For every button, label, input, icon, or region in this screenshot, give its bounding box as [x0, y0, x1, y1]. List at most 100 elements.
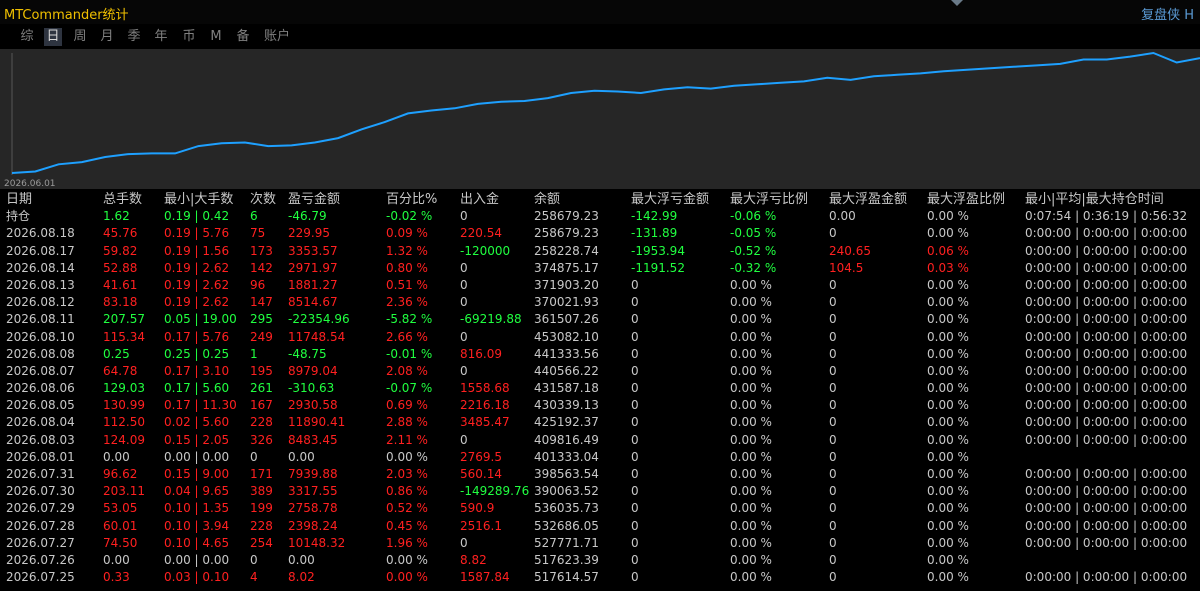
column-header[interactable]: 最小|大手数	[164, 191, 233, 209]
table-row[interactable]: 2026.08.06 129.03 0.17 | 5.60 261 -310.63 -0.…	[0, 380, 1200, 397]
cell-max-float-loss-pct: 0.00 %	[730, 501, 772, 516]
cell-date: 2026.07.28	[6, 518, 75, 533]
cell-flow: 0	[460, 295, 468, 310]
cell-hold-time: 0:00:00 | 0:00:00 | 0:00:00	[1025, 277, 1188, 292]
cell-max-float-loss: 0	[631, 449, 639, 464]
cell-balance: 398563.54	[534, 467, 599, 481]
tab-1[interactable]: 日	[44, 28, 62, 46]
column-header[interactable]: 最小|平均|最大持仓时间	[1025, 191, 1164, 209]
cell-date: 2026.08.13	[6, 277, 75, 292]
table-row[interactable]: 2026.07.31 96.62 0.15 | 9.00 171 7939.88 2.03…	[0, 466, 1200, 483]
cell-pnl: 8483.45	[288, 432, 338, 447]
cell-max-float-loss: 0	[631, 432, 639, 447]
dropdown-caret-icon[interactable]	[951, 0, 963, 6]
table-row[interactable]: 2026.08.01 0.00 0.00 | 0.00 0 0.00 0.00 % 2769…	[0, 449, 1200, 466]
table-row[interactable]: 2026.08.05 130.99 0.17 | 11.30 167 2930.58 0.…	[0, 397, 1200, 414]
cell-date: 2026.08.17	[6, 243, 75, 258]
cell-balance: 409816.49	[534, 432, 599, 447]
table-row[interactable]: 2026.07.26 0.00 0.00 | 0.00 0 0.00 0.00 % 8.82…	[0, 552, 1200, 569]
cell-count: 326	[250, 432, 273, 447]
cell-flow: 1587.84	[460, 570, 510, 585]
cell-balance: 361507.26	[534, 312, 599, 327]
column-header[interactable]: 余额	[534, 191, 560, 209]
cell-count: 142	[250, 260, 273, 275]
cell-lots: 96.62	[103, 467, 138, 481]
table-row[interactable]: 2026.08.10 115.34 0.17 | 5.76 249 11748.54 2.…	[0, 329, 1200, 346]
tab-8[interactable]: 备	[234, 28, 252, 46]
cell-pct: 0.69 %	[386, 398, 428, 413]
table-row[interactable]: 2026.07.27 74.50 0.10 | 4.65 254 10148.32 1.9…	[0, 535, 1200, 552]
cell-pnl: -48.75	[288, 346, 327, 361]
cell-pnl: 7939.88	[288, 467, 338, 481]
table-row[interactable]: 2026.08.03 124.09 0.15 | 2.05 326 8483.45 2.1…	[0, 432, 1200, 449]
cell-pnl: 10148.32	[288, 535, 346, 550]
tab-6[interactable]: 币	[180, 28, 198, 46]
tab-2[interactable]: 周	[71, 28, 89, 46]
table-row[interactable]: 2026.08.14 52.88 0.19 | 2.62 142 2971.97 0.80…	[0, 260, 1200, 277]
cell-max-float-profit: 0	[829, 484, 837, 499]
cell-flow: 0	[460, 535, 468, 550]
tab-0[interactable]: 综	[18, 28, 36, 46]
cell-max-float-profit-pct: 0.00 %	[927, 398, 969, 413]
table-row[interactable]: 2026.08.18 45.76 0.19 | 5.76 75 229.95 0.09 %…	[0, 225, 1200, 242]
table-row[interactable]: 2026.07.30 203.11 0.04 | 9.65 389 3317.55 0.8…	[0, 483, 1200, 500]
cell-minmax: 0.10 | 4.65	[164, 535, 230, 550]
column-header[interactable]: 日期	[6, 191, 32, 209]
cell-pct: 1.32 %	[386, 243, 428, 258]
cell-pct: -0.07 %	[386, 381, 433, 396]
cell-date: 2026.07.25	[6, 570, 75, 585]
cell-minmax: 0.17 | 5.60	[164, 381, 230, 396]
cell-lots: 0.00	[103, 552, 130, 567]
column-header[interactable]: 总手数	[103, 191, 142, 209]
table-row[interactable]: 2026.08.12 83.18 0.19 | 2.62 147 8514.67 2.36…	[0, 294, 1200, 311]
table-row[interactable]: 持仓 1.62 0.19 | 0.42 6 -46.79 -0.02 % 0 258679.2…	[0, 208, 1200, 225]
table-row[interactable]: 2026.08.04 112.50 0.02 | 5.60 228 11890.41 2.…	[0, 414, 1200, 431]
table-row[interactable]: 2026.08.08 0.25 0.25 | 0.25 1 -48.75 -0.01 % 8…	[0, 346, 1200, 363]
cell-hold-time: 0:00:00 | 0:00:00 | 0:00:00	[1025, 346, 1188, 361]
cell-max-float-profit: 0	[829, 329, 837, 344]
cell-minmax: 0.17 | 11.30	[164, 398, 237, 413]
cell-max-float-profit: 0	[829, 312, 837, 327]
tab-7[interactable]: M	[207, 28, 225, 46]
tab-9[interactable]: 账户	[262, 28, 292, 46]
cell-lots: 60.01	[103, 518, 138, 533]
column-header[interactable]: 最大浮盈比例	[927, 191, 1005, 209]
column-header[interactable]: 百分比%	[386, 191, 437, 209]
cell-pct: 0.09 %	[386, 226, 428, 241]
cell-pct: -0.02 %	[386, 209, 433, 224]
table-row[interactable]: 2026.08.13 41.61 0.19 | 2.62 96 1881.27 0.51 …	[0, 277, 1200, 294]
tab-4[interactable]: 季	[125, 28, 143, 46]
cell-minmax: 0.17 | 5.76	[164, 329, 230, 344]
right-title-link[interactable]: 复盘侠 H	[1141, 4, 1194, 23]
table-row[interactable]: 2026.08.07 64.78 0.17 | 3.10 195 8979.04 2.08…	[0, 363, 1200, 380]
column-header[interactable]: 最大浮盈金额	[829, 191, 907, 209]
cell-max-float-profit-pct: 0.00 %	[927, 535, 969, 550]
cell-date: 2026.08.04	[6, 415, 75, 430]
cell-lots: 45.76	[103, 226, 138, 241]
column-header[interactable]: 次数	[250, 191, 276, 209]
daily-stats-table: 日期 总手数 最小|大手数 次数 盈亏金额 百分比% 出入金 余额 最大浮亏金额 最大浮亏比例 最大…	[0, 191, 1200, 586]
column-header[interactable]: 盈亏金额	[288, 191, 340, 209]
cell-flow: 0	[460, 329, 468, 344]
table-row[interactable]: 2026.07.29 53.05 0.10 | 1.35 199 2758.78 0.52…	[0, 500, 1200, 517]
table-row[interactable]: 2026.08.11 207.57 0.05 | 19.00 295 -22354.96…	[0, 311, 1200, 328]
cell-flow: 590.9	[460, 501, 495, 516]
tab-3[interactable]: 月	[98, 28, 116, 46]
cell-max-float-loss: 0	[631, 570, 639, 585]
cell-max-float-loss-pct: 0.00 %	[730, 295, 772, 310]
cell-pnl: 8514.67	[288, 295, 338, 310]
cell-balance: 431587.18	[534, 381, 599, 396]
cell-lots: 41.61	[103, 277, 138, 292]
tab-5[interactable]: 年	[152, 28, 170, 46]
table-row[interactable]: 2026.08.17 59.82 0.19 | 1.56 173 3353.57 1.32…	[0, 243, 1200, 260]
cell-max-float-loss: 0	[631, 329, 639, 344]
cell-max-float-profit: 0	[829, 501, 837, 516]
cell-max-float-loss-pct: 0.00 %	[730, 552, 772, 567]
table-row[interactable]: 2026.07.28 60.01 0.10 | 3.94 228 2398.24 0.45…	[0, 518, 1200, 535]
equity-chart: 2026.06.01	[0, 49, 1200, 189]
table-row[interactable]: 2026.07.25 0.33 0.03 | 0.10 4 8.02 0.00 % 1587…	[0, 569, 1200, 586]
column-header[interactable]: 最大浮亏比例	[730, 191, 808, 209]
cell-pnl: 2930.58	[288, 398, 338, 413]
column-header[interactable]: 最大浮亏金额	[631, 191, 709, 209]
column-header[interactable]: 出入金	[460, 191, 499, 209]
